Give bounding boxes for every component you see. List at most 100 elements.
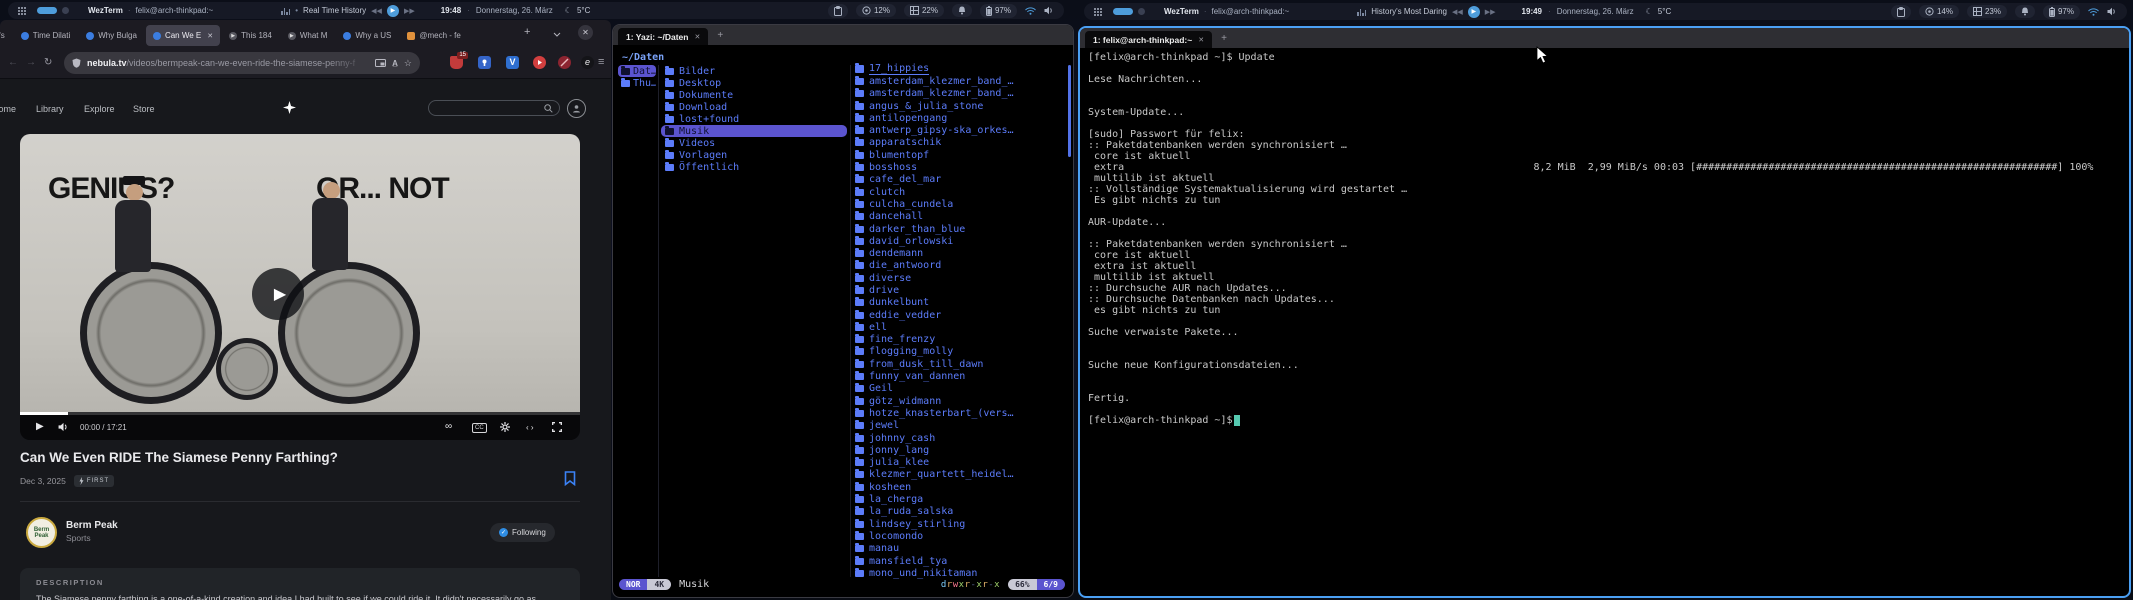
file-entry[interactable]: Öffentlich: [661, 161, 847, 173]
new-tab-button[interactable]: +: [1221, 33, 1227, 44]
preview-entry[interactable]: from_dusk_till_dawn: [855, 358, 1063, 370]
nav-explore[interactable]: Explore: [84, 104, 115, 114]
picture-in-picture-icon[interactable]: [375, 59, 386, 67]
reload-icon[interactable]: ↻: [44, 57, 52, 68]
wifi-icon[interactable]: [1025, 7, 1036, 15]
play-overlay-button[interactable]: ▶: [252, 268, 304, 320]
browser-tab[interactable]: This 184: [222, 25, 279, 46]
workspace-idle-indicator[interactable]: [1138, 8, 1145, 15]
blocker-extension-icon[interactable]: [558, 56, 571, 69]
nav-home[interactable]: Home: [0, 104, 16, 114]
wifi-icon[interactable]: [2088, 8, 2099, 16]
browser-tab[interactable]: Time Dilati: [14, 25, 77, 46]
terminal-tab[interactable]: 1: Yazi: ~/Daten✕: [618, 28, 708, 45]
forward-icon[interactable]: →: [26, 57, 36, 68]
preview-entry[interactable]: darker_than_blue: [855, 223, 1063, 235]
bookmark-icon[interactable]: [564, 471, 576, 486]
file-entry[interactable]: Bilder: [661, 65, 847, 77]
ublock-icon[interactable]: 15: [450, 56, 463, 69]
preview-entry[interactable]: jonny_lang: [855, 444, 1063, 456]
volume-icon[interactable]: [2107, 7, 2117, 16]
terminal-prompt[interactable]: [felix@arch-thinkpad ~]$: [1088, 415, 1240, 426]
preview-entry[interactable]: ell: [855, 321, 1063, 333]
preview-entry[interactable]: jewel: [855, 420, 1063, 432]
nebula-logo-icon[interactable]: [283, 101, 296, 114]
captions-icon[interactable]: CC: [472, 423, 487, 433]
playback-speed-icon[interactable]: ‹ ›: [526, 423, 534, 432]
gear-icon[interactable]: [500, 422, 510, 432]
preview-entry[interactable]: johnny_cash: [855, 432, 1063, 444]
profile-avatar[interactable]: [567, 99, 586, 118]
preview-entry[interactable]: culcha_cundela: [855, 198, 1063, 210]
clipboard-icon[interactable]: [828, 4, 848, 18]
file-entry[interactable]: Vorlagen: [661, 149, 847, 161]
media-extension-icon[interactable]: [533, 56, 546, 69]
video-player[interactable]: GENIUS? OR... NOT ▶ ▶ 00:00 / 17:2: [20, 134, 580, 440]
preview-entry[interactable]: david_orlowski: [855, 235, 1063, 247]
preview-entry[interactable]: la_cherga: [855, 493, 1063, 505]
preview-entry[interactable]: manau: [855, 543, 1063, 555]
preview-entry[interactable]: dendemann: [855, 247, 1063, 259]
bookmark-star-icon[interactable]: ☆: [404, 58, 412, 69]
media-play-icon[interactable]: ▶: [1468, 6, 1480, 18]
menu-icon[interactable]: ≡: [598, 56, 604, 68]
media-next-icon[interactable]: ▶▶: [1485, 8, 1496, 16]
preview-entry[interactable]: la_ruda_salska: [855, 506, 1063, 518]
close-icon[interactable]: ✕: [578, 25, 593, 40]
autoplay-icon[interactable]: ∞: [445, 421, 452, 432]
media-play-icon[interactable]: ▶: [387, 5, 399, 17]
preview-entry[interactable]: kosheen: [855, 481, 1063, 493]
browser-tab[interactable]: What M: [281, 25, 335, 46]
preview-entry[interactable]: lindsey_stirling: [855, 518, 1063, 530]
app-launcher-icon[interactable]: [18, 7, 26, 15]
shield-icon[interactable]: [72, 58, 81, 68]
preview-entry[interactable]: dunkelbunt: [855, 297, 1063, 309]
preview-entry[interactable]: locomondo: [855, 530, 1063, 542]
preview-entry[interactable]: angus_&_julia_stone: [855, 100, 1063, 112]
file-entry[interactable]: Dokumente: [661, 89, 847, 101]
new-tab-button[interactable]: +: [717, 30, 723, 41]
preview-entry[interactable]: klezmer_quartett_heidel…: [855, 469, 1063, 481]
browser-tab[interactable]: rmany's: [0, 25, 12, 46]
password-manager-icon[interactable]: [478, 56, 491, 69]
channel-avatar[interactable]: BermPeak: [26, 517, 57, 548]
app-launcher-icon[interactable]: [1094, 8, 1102, 16]
workspace-idle-indicator[interactable]: [62, 7, 69, 14]
channel-name[interactable]: Berm Peak: [66, 520, 118, 531]
preview-entry[interactable]: amsterdam_klezmer_band_…: [855, 88, 1063, 100]
preview-entry[interactable]: cafe_del_mar: [855, 174, 1063, 186]
reader-extension-icon[interactable]: e: [581, 56, 594, 69]
browser-tab[interactable]: Can We E✕: [146, 25, 220, 46]
shell-terminal-window[interactable]: 1: felix@arch-thinkpad:~✕ + [felix@arch-…: [1078, 26, 2131, 598]
bell-icon[interactable]: [2015, 5, 2035, 18]
file-entry[interactable]: Download: [661, 101, 847, 113]
terminal-tab[interactable]: 1: felix@arch-thinkpad:~✕: [1085, 31, 1212, 48]
preview-entry[interactable]: die_antwoord: [855, 260, 1063, 272]
preview-entry[interactable]: dancehall: [855, 211, 1063, 223]
preview-entry[interactable]: eddie_vedder: [855, 309, 1063, 321]
parent-entry[interactable]: Thu…: [618, 77, 656, 89]
chevron-down-icon[interactable]: [553, 32, 561, 37]
file-entry[interactable]: Videos: [661, 137, 847, 149]
browser-tab[interactable]: Why a US: [336, 25, 398, 46]
media-next-icon[interactable]: ▶▶: [404, 7, 415, 15]
media-prev-icon[interactable]: ◀◀: [1452, 8, 1463, 16]
tab-close-icon[interactable]: ✕: [1198, 36, 1204, 44]
preview-entry[interactable]: Geil: [855, 383, 1063, 395]
preview-entry[interactable]: diverse: [855, 272, 1063, 284]
fullscreen-icon[interactable]: [552, 422, 562, 432]
new-tab-button[interactable]: +: [524, 26, 530, 38]
preview-entry[interactable]: mansfield_tya: [855, 555, 1063, 567]
vimium-icon[interactable]: V: [506, 56, 519, 69]
volume-icon[interactable]: [1044, 6, 1054, 15]
file-entry[interactable]: lost+found: [661, 113, 847, 125]
preview-entry[interactable]: amsterdam_klezmer_band_…: [855, 75, 1063, 87]
clipboard-icon[interactable]: [1891, 5, 1911, 19]
nav-store[interactable]: Store: [133, 104, 155, 114]
preview-entry[interactable]: fine_frenzy: [855, 334, 1063, 346]
preview-entry[interactable]: götz_widmann: [855, 395, 1063, 407]
volume-icon[interactable]: [58, 422, 69, 432]
file-entry[interactable]: Desktop: [661, 77, 847, 89]
media-prev-icon[interactable]: ◀◀: [371, 7, 382, 15]
file-entry[interactable]: Musik: [661, 125, 847, 137]
